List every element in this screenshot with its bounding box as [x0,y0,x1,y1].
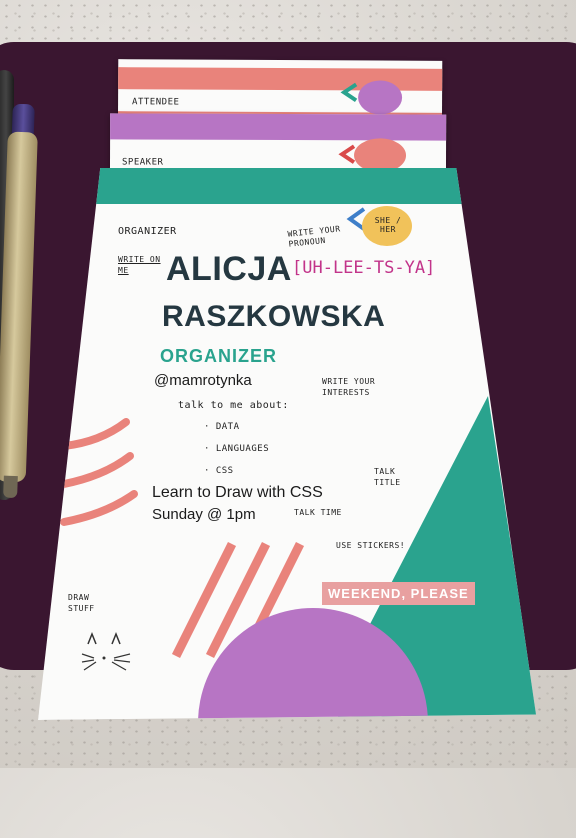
weekend-sticker: WEEKEND, PLEASE [322,582,475,605]
hint-pronoun: WRITE YOUR PRONOUN [287,224,341,249]
talk-prompt: talk to me about: [178,400,289,411]
cat-doodle-icon [81,631,131,671]
talk-time: Sunday @ 1pm [152,506,256,523]
talk-title: Learn to Draw with CSS [152,484,323,501]
twitter-handle: @mamrotynka [154,372,252,389]
interest-item: · CSS [204,466,234,476]
organizer-stripe-top [96,168,476,204]
speaker-label: SPEAKER [121,157,164,168]
hint-talk-time: TALK TIME [294,508,342,517]
speaker-chevron-icon [338,144,356,164]
interest-text: CSS [215,466,234,476]
speaker-circle-icon [353,138,407,173]
hint-talk-title: TALK TITLE [374,467,401,487]
organizer-card: SHE / HER ORGANIZER WRITE YOUR PRONOUN W… [38,168,536,720]
interest-item: · DATA [204,422,240,432]
pronunciation: [UH-LEE-TS-YA] [292,258,436,278]
hint-draw: DRAW STUFF [68,593,95,613]
organizer-corner-label: ORGANIZER [118,226,177,237]
last-name: RASZKOWSKA [162,300,386,333]
hint-write-on-me: WRITE ON ME [118,255,161,275]
attendee-label: ATTENDEE [132,97,180,108]
pen-tip [3,475,18,499]
first-name: ALICJA [166,250,292,288]
speaker-stripe-top [110,113,447,141]
interest-item: · LANGUAGES [204,444,270,454]
interest-text: LANGUAGES [215,444,270,454]
role-title: ORGANIZER [160,346,277,366]
pronouns-text: SHE / HER [374,216,402,234]
pen-body [0,131,38,483]
attendee-circle-icon [358,80,403,115]
coral-arcs-decoration [60,418,138,526]
hint-interests: WRITE YOUR INTERESTS [322,377,376,397]
interest-text: DATA [215,422,240,432]
attendee-chevron-icon [340,82,358,103]
hint-stickers: USE STICKERS! [336,541,406,550]
